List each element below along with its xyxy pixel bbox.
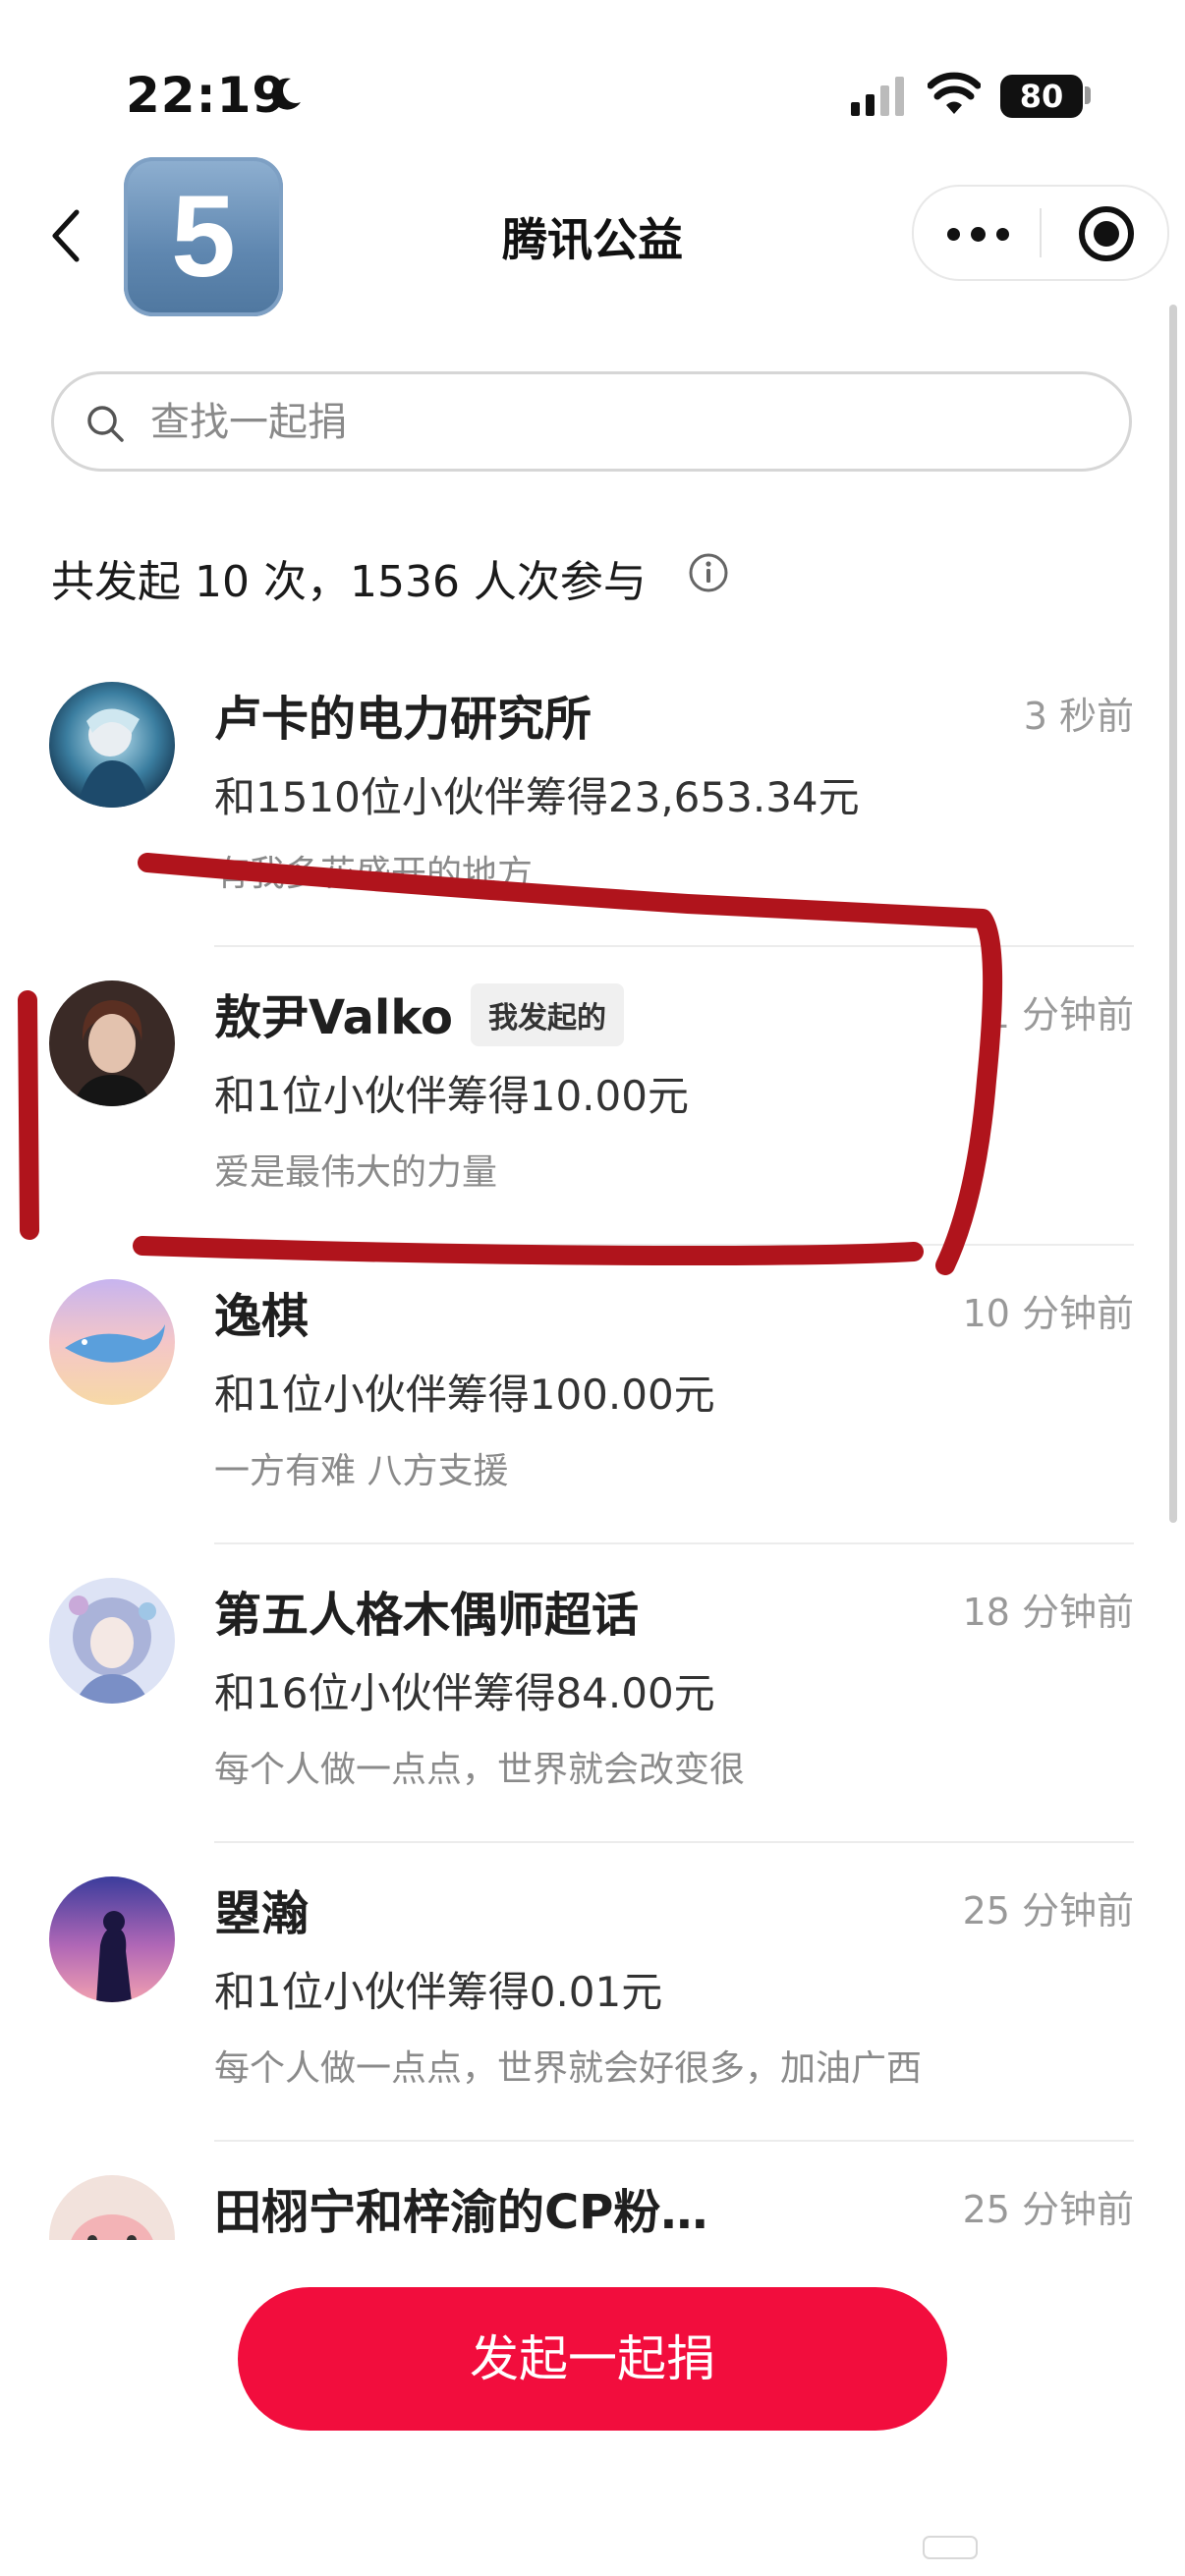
dot-icon [996, 228, 1009, 241]
battery-tip [1085, 86, 1091, 104]
item-time: 1 分钟前 [986, 993, 1134, 1036]
avatar [49, 682, 175, 808]
item-name-text: 第五人格木偶师超话 [214, 1588, 640, 1643]
summary-text: 共发起 10 次，1536 人次参与 [51, 557, 647, 607]
status-bar: 22:19 80 [0, 0, 1185, 177]
dot-icon [947, 228, 960, 241]
list-item[interactable]: 第五人格木偶师超话 18 分钟前 和16位小伙伴筹得84.00元 每个人做一点点… [0, 1544, 1185, 1843]
item-name: 曌瀚 [214, 1875, 309, 1943]
target-dot [1094, 221, 1119, 247]
search-input[interactable] [148, 374, 1096, 471]
list-item[interactable]: 卢卡的电力研究所 3 秒前 和1510位小伙伴筹得23,653.34元 有我多花… [0, 648, 1185, 947]
item-name-text: 田栩宁和梓渝的CP粉… [214, 2185, 708, 2240]
item-time: 10 分钟前 [962, 1292, 1134, 1335]
my-initiated-tag: 我发起的 [470, 983, 624, 1046]
item-name: 田栩宁和梓渝的CP粉… [214, 2173, 707, 2242]
item-name: 逸棋 [214, 1277, 309, 1346]
item-name-text: 曌瀚 [214, 1886, 310, 1941]
item-amount: 和1位小伙伴筹得100.00元 [214, 1371, 715, 1419]
item-message: 有我多花盛开的地方 [214, 854, 534, 894]
item-name-text: 敖尹Valko [214, 990, 453, 1045]
wifi-icon [928, 72, 981, 114]
avatar [49, 980, 175, 1106]
item-time: 3 秒前 [1023, 695, 1134, 738]
item-name: 第五人格木偶师超话 [214, 1576, 639, 1645]
item-name: 卢卡的电力研究所 [214, 680, 592, 749]
watermark [922, 2533, 981, 2568]
list-item[interactable]: 敖尹Valko 我发起的 1 分钟前 和1位小伙伴筹得10.00元 爱是最伟大的力… [0, 947, 1185, 1246]
item-name-text: 逸棋 [214, 1289, 310, 1344]
status-time: 22:19 [126, 67, 288, 124]
search-icon [87, 406, 124, 442]
item-message: 爱是最伟大的力量 [214, 1152, 498, 1193]
info-icon[interactable] [688, 552, 729, 593]
start-donation-button[interactable]: 发起一起捐 [238, 2287, 947, 2431]
item-amount: 和1位小伙伴筹得0.01元 [214, 1968, 663, 2016]
item-amount: 和1位小伙伴筹得10.00元 [214, 1072, 689, 1120]
item-name: 敖尹Valko 我发起的 [214, 979, 624, 1047]
signal-icon [851, 77, 904, 116]
moon-icon [271, 78, 301, 110]
item-amount: 和1510位小伙伴筹得23,653.34元 [214, 773, 860, 821]
close-button[interactable] [1042, 187, 1167, 279]
item-name-text: 卢卡的电力研究所 [214, 692, 592, 747]
battery-indicator: 80 [1000, 75, 1083, 118]
item-amount: 和16位小伙伴筹得84.00元 [214, 1669, 715, 1717]
nav-bar: 5 腾讯公益 [0, 157, 1185, 316]
list-item[interactable]: 曌瀚 25 分钟前 和1位小伙伴筹得0.01元 每个人做一点点，世界就会好很多，… [0, 1843, 1185, 2142]
avatar [49, 1876, 175, 2002]
miniprogram-capsule [912, 185, 1169, 281]
avatar [49, 1578, 175, 1704]
item-time: 25 分钟前 [962, 1889, 1134, 1932]
list-item[interactable]: 逸棋 10 分钟前 和1位小伙伴筹得100.00元 一方有难 八方支援 [0, 1246, 1185, 1544]
item-message: 每个人做一点点，世界就会好很多，加油广西 [214, 2048, 923, 2089]
item-message: 一方有难 八方支援 [214, 1451, 509, 1491]
watermark-logo-icon [923, 2536, 978, 2559]
item-time: 25 分钟前 [962, 2188, 1134, 2231]
avatar [49, 1279, 175, 1405]
search-bar[interactable] [51, 371, 1132, 472]
dot-icon [971, 227, 986, 242]
more-button[interactable] [914, 187, 1040, 279]
item-time: 18 分钟前 [962, 1591, 1134, 1634]
item-message: 每个人做一点点，世界就会改变很 [214, 1750, 746, 1790]
